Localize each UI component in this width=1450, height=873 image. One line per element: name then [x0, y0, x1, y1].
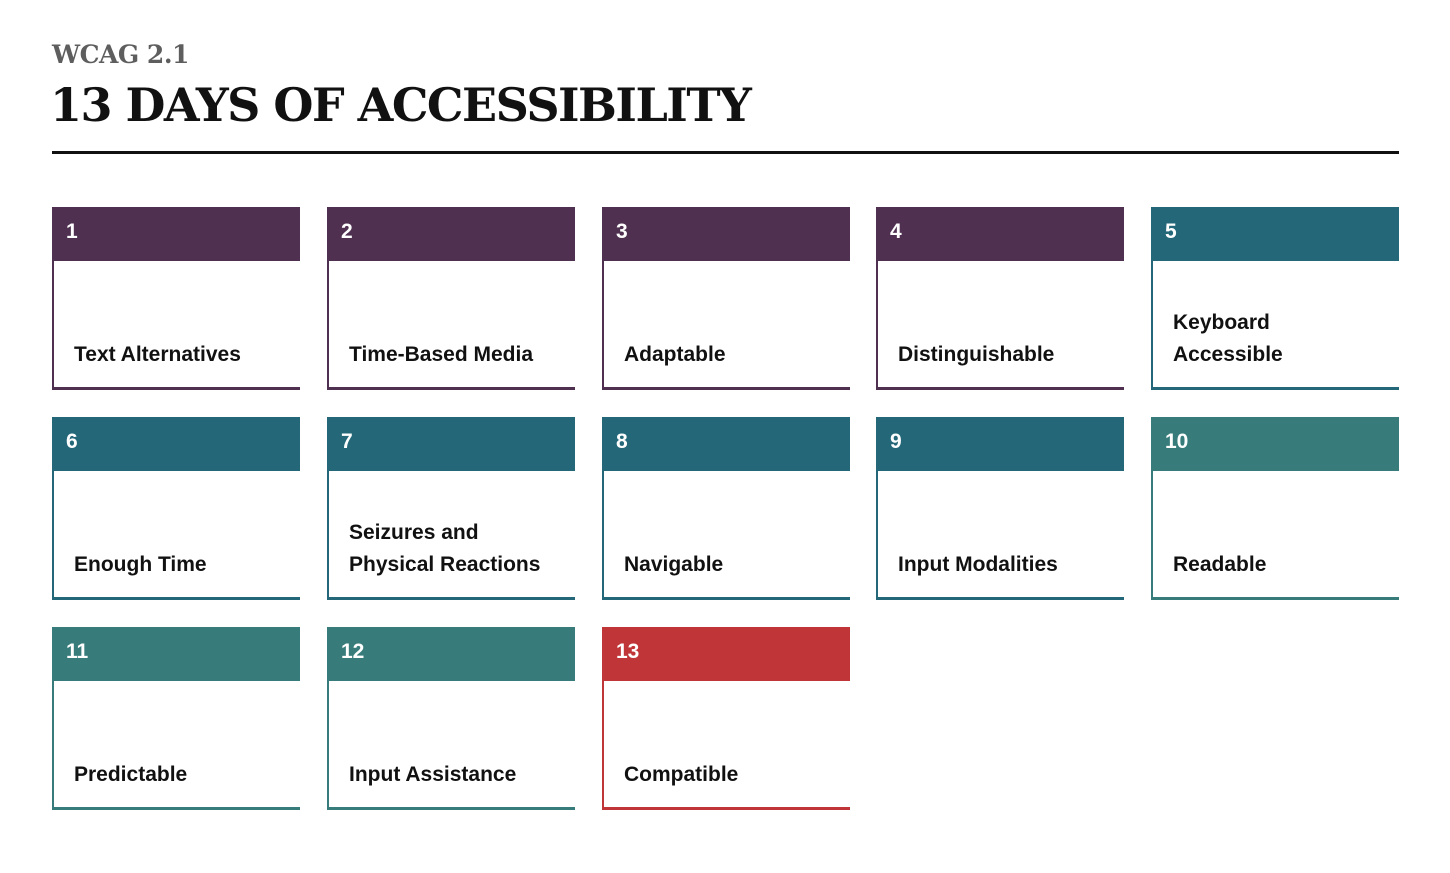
day-label: Distinguishable	[898, 343, 1055, 366]
day-card: 5 Keyboard Accessible	[1151, 207, 1399, 390]
day-label: Keyboard Accessible	[1173, 307, 1391, 371]
day-number: 9	[876, 417, 1124, 471]
day-number: 2	[327, 207, 575, 261]
day-label-line: Keyboard	[1173, 311, 1270, 334]
day-number: 10	[1151, 417, 1399, 471]
day-card: 12 Input Assistance	[327, 627, 575, 810]
day-number: 3	[602, 207, 850, 261]
day-number: 7	[327, 417, 575, 471]
day-label: Adaptable	[624, 343, 726, 366]
day-label: Readable	[1173, 553, 1267, 576]
day-number: 5	[1151, 207, 1399, 261]
day-card: 4 Distinguishable	[876, 207, 1124, 390]
day-label-line: Seizures and	[349, 521, 479, 544]
day-number: 11	[52, 627, 300, 681]
day-number: 8	[602, 417, 850, 471]
subtitle: WCAG 2.1	[52, 40, 189, 69]
day-label: Enough Time	[74, 553, 207, 576]
day-number: 6	[52, 417, 300, 471]
day-label: Predictable	[74, 763, 188, 786]
day-label: Input Modalities	[898, 553, 1058, 576]
day-number: 12	[327, 627, 575, 681]
day-card: 7 Seizures and Physical Reactions	[327, 417, 575, 600]
day-number: 13	[602, 627, 850, 681]
day-label-line: Physical Reactions	[349, 553, 541, 576]
day-label: Text Alternatives	[74, 343, 241, 366]
day-card: 10 Readable	[1151, 417, 1399, 600]
day-label: Compatible	[624, 763, 739, 786]
day-card: 11 Predictable	[52, 627, 300, 810]
day-label: Seizures and Physical Reactions	[349, 517, 567, 581]
day-card: 8 Navigable	[602, 417, 850, 600]
day-number: 4	[876, 207, 1124, 261]
day-number: 1	[52, 207, 300, 261]
day-card: 9 Input Modalities	[876, 417, 1124, 600]
day-card: 1 Text Alternatives	[52, 207, 300, 390]
day-label: Navigable	[624, 553, 724, 576]
day-label: Time-Based Media	[349, 343, 534, 366]
day-label: Input Assistance	[349, 763, 517, 786]
page-title: 13 DAYS OF ACCESSIBILITY	[50, 78, 752, 132]
day-card: 3 Adaptable	[602, 207, 850, 390]
title-divider	[52, 151, 1399, 154]
day-card: 2 Time-Based Media	[327, 207, 575, 390]
day-label-line: Accessible	[1173, 343, 1283, 366]
day-card: 6 Enough Time	[52, 417, 300, 600]
day-card: 13 Compatible	[602, 627, 850, 810]
